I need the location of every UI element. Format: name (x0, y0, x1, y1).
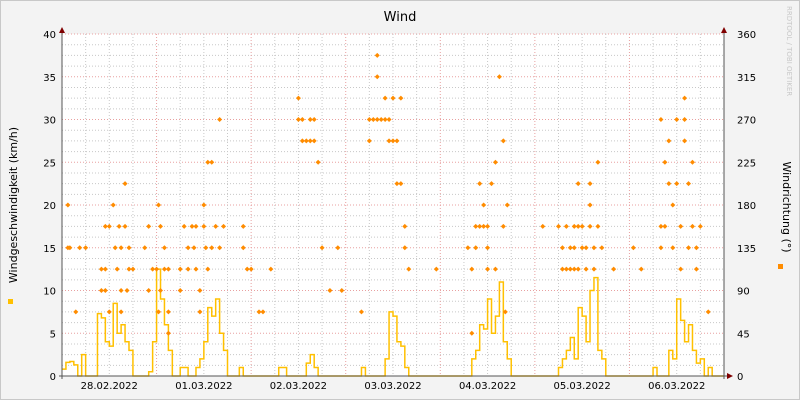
legend-direction-swatch (778, 264, 783, 269)
y-tick-label-right: 90 (737, 287, 750, 298)
y-tick-label-right: 180 (737, 201, 756, 212)
y-tick-label-left: 35 (43, 73, 56, 84)
x-tick-label: 05.03.2022 (554, 381, 611, 392)
x-axis-arrow (727, 373, 733, 379)
y-tick-label-left: 30 (43, 116, 56, 127)
x-tick-label: 28.02.2022 (81, 381, 138, 392)
y-tick-label-left: 0 (50, 372, 56, 383)
y-tick-label-right: 360 (737, 30, 756, 41)
y-tick-label-right: 315 (737, 73, 756, 84)
y-tick-label-left: 20 (43, 201, 56, 212)
x-tick-label: 04.03.2022 (459, 381, 516, 392)
y-tick-label-right: 270 (737, 116, 756, 127)
y-axis-label-left: Windgeschwindigkeit (km/h) (7, 127, 20, 283)
y-tick-label-right: 45 (737, 329, 750, 340)
watermark: RRDTOOL / TOBI OETIKER (785, 6, 793, 96)
y-tick-label-right: 0 (737, 372, 743, 383)
x-tick-label: 06.03.2022 (648, 381, 705, 392)
x-tick-label: 01.03.2022 (175, 381, 232, 392)
x-tick-label: 03.03.2022 (364, 381, 421, 392)
y-tick-label-right: 225 (737, 158, 756, 169)
y-axis-arrow-right (721, 27, 727, 33)
y-tick-label-left: 5 (50, 329, 56, 340)
y-tick-label-left: 40 (43, 30, 56, 41)
x-tick-label: 02.03.2022 (270, 381, 327, 392)
y-tick-label-left: 25 (43, 158, 56, 169)
chart-svg: 0 0 5 45 10 90 15 135 20 180 25 225 30 270 35 315 40 360 2… (7, 6, 793, 392)
y-tick-label-left: 10 (43, 287, 56, 298)
wind-chart: 0 0 5 45 10 90 15 135 20 180 25 225 30 270 35 315 40 360 2… (0, 0, 800, 400)
y-tick-label-right: 135 (737, 244, 756, 255)
y-tick-label-left: 15 (43, 244, 56, 255)
y-axis-label-right: Windrichtung (°) (780, 161, 793, 252)
y-axis-arrow-left (59, 27, 65, 33)
legend-speed-swatch (8, 299, 13, 304)
chart-title: Wind (384, 10, 417, 25)
